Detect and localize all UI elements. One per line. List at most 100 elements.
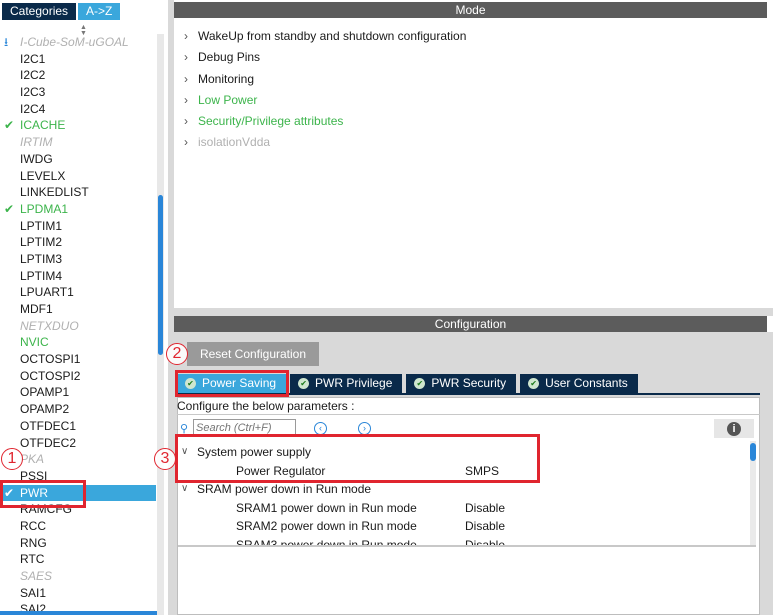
tab-label: PWR Security bbox=[431, 376, 507, 390]
peripheral-item-lptim1[interactable]: LPTIM1 bbox=[0, 218, 156, 235]
scrollbar-thumb[interactable] bbox=[158, 195, 163, 355]
peripheral-label: IWDG bbox=[20, 151, 53, 166]
peripheral-item-nvic[interactable]: NVIC bbox=[0, 334, 156, 351]
peripheral-item-iwdg[interactable]: IWDG bbox=[0, 151, 156, 168]
parameter-description-divider[interactable] bbox=[178, 545, 756, 547]
reset-configuration-button[interactable]: Reset Configuration bbox=[187, 342, 319, 366]
peripheral-panel: Categories A->Z ▲ ▼ ⭳ I-Cube-SoM-uGOAL I2C1… bbox=[0, 0, 168, 615]
chevron-right-icon[interactable]: › bbox=[184, 111, 188, 132]
peripheral-item-levelx[interactable]: LEVELX bbox=[0, 168, 156, 185]
left-tab-bar: Categories A->Z bbox=[2, 3, 122, 20]
peripheral-item-opamp2[interactable]: OPAMP2 bbox=[0, 401, 156, 418]
peripheral-label: LPTIM4 bbox=[20, 268, 63, 283]
peripheral-item-lpuart1[interactable]: LPUART1 bbox=[0, 284, 156, 301]
mode-item[interactable]: › WakeUp from standby and shutdown config… bbox=[174, 26, 767, 47]
parameter-row[interactable]: SRAM1 power down in Run mode Disable bbox=[178, 499, 750, 518]
peripheral-label: LINKEDLIST bbox=[20, 185, 89, 200]
peripheral-item-sai1[interactable]: SAI1 bbox=[0, 585, 156, 602]
check-icon: ✔ bbox=[4, 201, 15, 216]
callout-box-power-saving bbox=[175, 370, 289, 397]
peripheral-item-pka[interactable]: PKA bbox=[0, 451, 156, 468]
peripheral-item-i2c2[interactable]: I2C2 bbox=[0, 67, 156, 84]
chevron-right-icon[interactable]: › bbox=[184, 69, 188, 90]
chevron-right-icon[interactable]: › bbox=[184, 132, 188, 153]
peripheral-item-lptim3[interactable]: LPTIM3 bbox=[0, 251, 156, 268]
peripheral-item-octospi1[interactable]: OCTOSPI1 bbox=[0, 351, 156, 368]
peripheral-item-otfdec2[interactable]: OTFDEC2 bbox=[0, 435, 156, 452]
peripheral-item-mdf1[interactable]: MDF1 bbox=[0, 301, 156, 318]
peripheral-label: I2C2 bbox=[20, 68, 46, 83]
horizontal-scrollbar[interactable] bbox=[0, 611, 157, 615]
peripheral-label: OPAMP2 bbox=[20, 402, 70, 417]
peripheral-item-i-cube-som-ugoal[interactable]: ⭳ I-Cube-SoM-uGOAL bbox=[0, 34, 156, 51]
check-circle-icon: ✔ bbox=[528, 378, 540, 389]
peripheral-item-opamp1[interactable]: OPAMP1 bbox=[0, 384, 156, 401]
peripheral-item-lpdma1[interactable]: ✔ LPDMA1 bbox=[0, 201, 156, 218]
callout-number-3: 3 bbox=[154, 448, 176, 470]
peripheral-item-saes[interactable]: SAES bbox=[0, 568, 156, 585]
parameter-value[interactable]: Disable bbox=[465, 517, 505, 536]
peripheral-item-lptim2[interactable]: LPTIM2 bbox=[0, 234, 156, 251]
peripheral-item-otfdec1[interactable]: OTFDEC1 bbox=[0, 418, 156, 435]
callout-box-pwr bbox=[0, 480, 86, 508]
peripheral-item-octospi2[interactable]: OCTOSPI2 bbox=[0, 368, 156, 385]
parameter-scrollbar[interactable] bbox=[750, 441, 756, 545]
configure-hint: Configure the below parameters : bbox=[177, 399, 355, 413]
info-icon[interactable]: i bbox=[727, 422, 741, 436]
mode-item-label: Monitoring bbox=[198, 71, 255, 86]
mode-item[interactable]: › Monitoring bbox=[174, 69, 767, 90]
tab-a-z[interactable]: A->Z bbox=[78, 3, 121, 20]
peripheral-label: SAI1 bbox=[20, 585, 47, 600]
peripheral-item-netxduo[interactable]: NETXDUO bbox=[0, 318, 156, 335]
peripheral-list: ⭳ I-Cube-SoM-uGOAL I2C1 I2C2 I2C3 I2C4 ✔ ICACHE… bbox=[0, 34, 156, 615]
peripheral-item-lptim4[interactable]: LPTIM4 bbox=[0, 268, 156, 285]
parameter-value[interactable]: Disable bbox=[465, 536, 505, 545]
mode-header: Mode bbox=[174, 2, 767, 18]
chevron-right-icon[interactable]: › bbox=[184, 47, 188, 68]
check-circle-icon: ✔ bbox=[414, 378, 426, 389]
callout-number-2: 2 bbox=[166, 343, 188, 365]
peripheral-item-i2c1[interactable]: I2C1 bbox=[0, 51, 156, 68]
peripheral-label: NVIC bbox=[20, 335, 49, 350]
tab-label: User Constants bbox=[545, 376, 628, 390]
peripheral-item-icache[interactable]: ✔ ICACHE bbox=[0, 117, 156, 134]
parameter-name: SRAM1 power down in Run mode bbox=[236, 500, 417, 515]
peripheral-item-i2c4[interactable]: I2C4 bbox=[0, 101, 156, 118]
peripheral-label: I-Cube-SoM-uGOAL bbox=[20, 35, 129, 49]
peripheral-item-rcc[interactable]: RCC bbox=[0, 518, 156, 535]
parameter-value[interactable]: Disable bbox=[465, 499, 505, 518]
peripheral-label: LPDMA1 bbox=[20, 201, 69, 216]
tab-categories[interactable]: Categories bbox=[2, 3, 77, 20]
check-icon: ✔ bbox=[4, 118, 15, 133]
peripheral-label: I2C3 bbox=[20, 85, 46, 100]
mode-item[interactable]: › Debug Pins bbox=[174, 47, 767, 68]
peripheral-item-rtc[interactable]: RTC bbox=[0, 551, 156, 568]
mode-item[interactable]: › isolationVdda bbox=[174, 132, 767, 153]
mode-item-label: isolationVdda bbox=[198, 135, 271, 150]
tab-pwr-privilege[interactable]: ✔ PWR Privilege bbox=[290, 374, 403, 393]
tab-pwr-security[interactable]: ✔ PWR Security bbox=[406, 374, 517, 393]
peripheral-list-scrollbar[interactable] bbox=[157, 34, 164, 615]
chevron-right-icon[interactable]: › bbox=[184, 90, 188, 111]
peripheral-label: RCC bbox=[20, 518, 46, 533]
parameter-row[interactable]: SRAM2 power down in Run mode Disable bbox=[178, 517, 750, 536]
parameter-row[interactable]: SRAM3 power down in Run mode Disable bbox=[178, 536, 750, 545]
peripheral-label: PKA bbox=[20, 452, 45, 467]
scrollbar-thumb[interactable] bbox=[750, 443, 756, 461]
peripheral-label: LPUART1 bbox=[20, 285, 74, 300]
peripheral-label: LPTIM2 bbox=[20, 235, 63, 250]
peripheral-item-linkedlist[interactable]: LINKEDLIST bbox=[0, 184, 156, 201]
mode-item-label: Debug Pins bbox=[198, 50, 261, 65]
peripheral-item-rng[interactable]: RNG bbox=[0, 535, 156, 552]
mode-item[interactable]: › Low Power bbox=[174, 90, 767, 111]
chevron-right-icon[interactable]: › bbox=[184, 26, 188, 47]
peripheral-item-irtim[interactable]: IRTIM bbox=[0, 134, 156, 151]
peripheral-label: LPTIM3 bbox=[20, 251, 63, 266]
mode-panel-bottom-bar[interactable] bbox=[174, 308, 773, 316]
parameter-name: SRAM3 power down in Run mode bbox=[236, 537, 417, 545]
peripheral-label: RTC bbox=[20, 552, 45, 567]
tab-user-constants[interactable]: ✔ User Constants bbox=[520, 374, 638, 393]
peripheral-item-i2c3[interactable]: I2C3 bbox=[0, 84, 156, 101]
mode-item[interactable]: › Security/Privilege attributes bbox=[174, 111, 767, 132]
peripheral-label: ICACHE bbox=[20, 118, 66, 133]
